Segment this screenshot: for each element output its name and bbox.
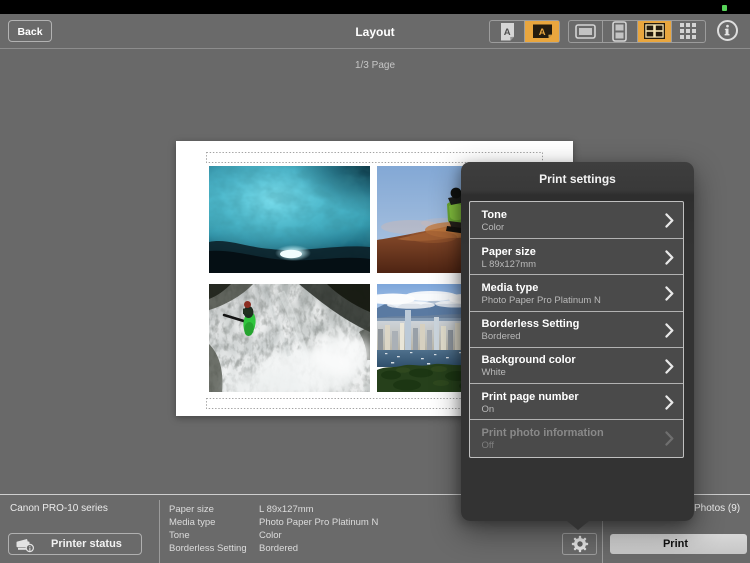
svg-text:A: A xyxy=(503,27,510,38)
svg-text:A: A xyxy=(538,27,545,38)
